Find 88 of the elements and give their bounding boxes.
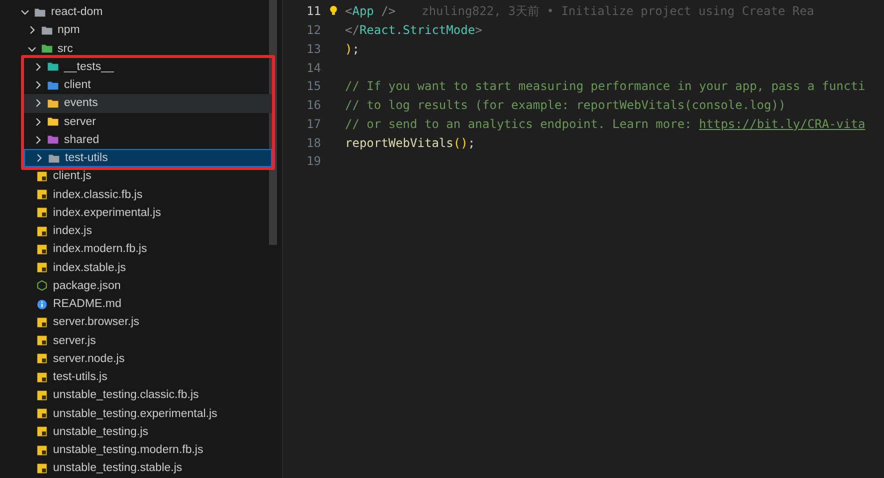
js-file-icon xyxy=(36,170,48,182)
tree-item-label: index.experimental.js xyxy=(53,206,162,219)
tree-item[interactable]: package.json xyxy=(0,276,275,295)
tree-item[interactable]: server xyxy=(24,112,272,131)
line-number: 15 xyxy=(306,79,321,94)
lightbulb-icon[interactable] xyxy=(328,5,338,18)
line-number: 16 xyxy=(306,98,321,112)
tree-item-label: index.classic.fb.js xyxy=(53,188,142,201)
tree-item-label: src xyxy=(58,42,73,55)
tree-item-label: unstable_testing.stable.js xyxy=(53,462,182,474)
tree-item[interactable]: test-utils xyxy=(24,149,272,168)
code-line: // or send to an analytics endpoint. Learn more: https://bit.ly/CRA-vita xyxy=(345,116,866,131)
link[interactable]: https://bit.ly/CRA-vita xyxy=(699,116,866,131)
tree-item-label: __tests__ xyxy=(64,60,114,73)
tree-item[interactable]: npm xyxy=(0,21,275,40)
tree-item[interactable]: events xyxy=(24,94,272,112)
blame-annotation: zhuling822, 3天前 • Initialize project using Create Rea xyxy=(422,2,814,20)
js-file-icon xyxy=(36,426,48,438)
js-file-icon xyxy=(36,408,48,420)
tree-item[interactable]: README.md xyxy=(0,295,275,314)
code-line: // If you want to start measuring performance in your app, pass a functi xyxy=(345,79,866,94)
line-number: 17 xyxy=(306,116,321,131)
js-file-icon xyxy=(36,444,48,456)
code-line: // to log results (for example: reportWebVitals(console.log)) xyxy=(345,98,786,112)
tree-item[interactable]: shared xyxy=(24,130,272,149)
js-file-icon xyxy=(36,189,48,200)
line-number: 12 xyxy=(306,23,321,38)
tree-item[interactable]: server.node.js xyxy=(0,350,275,368)
tree-item-label: npm xyxy=(58,24,80,36)
tree-item[interactable]: src xyxy=(0,40,275,58)
tree-item[interactable]: index.js xyxy=(0,222,275,240)
tree-item-label: events xyxy=(64,97,98,110)
tree-item-label: index.js xyxy=(53,225,92,238)
tree-item[interactable]: index.stable.js xyxy=(0,258,275,277)
tree-item[interactable]: server.js xyxy=(0,332,275,350)
tree-item-label: server.browser.js xyxy=(53,316,140,328)
tree-item[interactable]: test-utils.js xyxy=(0,368,275,386)
tree-item[interactable]: client.js xyxy=(0,167,275,186)
tree-item[interactable]: unstable_testing.js xyxy=(0,422,275,441)
line-number: 14 xyxy=(306,60,321,75)
js-file-icon xyxy=(36,462,48,474)
tree-item[interactable]: react-dom xyxy=(0,3,275,22)
tree-item[interactable]: index.modern.fb.js xyxy=(0,240,275,258)
js-file-icon xyxy=(36,316,48,328)
tree-item-label: client.js xyxy=(53,170,92,182)
tree-item[interactable]: index.experimental.js xyxy=(0,204,275,222)
tree-item[interactable]: server.browser.js xyxy=(0,313,275,332)
js-file-icon xyxy=(36,207,48,218)
tree-item[interactable]: unstable_testing.classic.fb.js xyxy=(0,386,275,404)
info-icon xyxy=(36,298,48,310)
tree-item-label: index.modern.fb.js xyxy=(53,243,147,256)
tree-item-label: test-utils.js xyxy=(53,371,108,384)
tree-item[interactable]: client xyxy=(24,76,272,94)
code-line: </React.StrictMode> xyxy=(345,23,482,38)
tree-item-label: server.js xyxy=(53,334,96,347)
tree-item-label: unstable_testing.experimental.js xyxy=(53,408,218,420)
code-line: ); xyxy=(345,42,360,56)
js-file-icon xyxy=(36,244,48,255)
js-file-icon xyxy=(36,226,48,237)
tree-item-label: unstable_testing.modern.fb.js xyxy=(53,444,204,456)
js-file-icon xyxy=(36,372,48,383)
line-number: 18 xyxy=(306,136,321,150)
js-file-icon xyxy=(36,390,48,401)
tree-item-label: react-dom xyxy=(51,6,103,18)
code-line: reportWebVitals(); xyxy=(345,136,476,150)
tree-item-label: server xyxy=(64,116,96,128)
tree-item[interactable]: unstable_testing.stable.js xyxy=(0,459,275,478)
tree-item-label: README.md xyxy=(53,298,122,310)
tree-item-label: test-utils xyxy=(65,152,108,164)
tree-item-label: unstable_testing.js xyxy=(53,426,148,438)
tree-item[interactable]: index.classic.fb.js xyxy=(0,186,275,204)
tree-item-label: server.node.js xyxy=(53,352,125,365)
tree-item-label: package.json xyxy=(53,280,121,292)
hexagon-icon xyxy=(36,280,48,292)
code-line: <App /> xyxy=(345,4,396,18)
line-number: 19 xyxy=(306,154,321,168)
tree-item[interactable]: unstable_testing.experimental.js xyxy=(0,404,275,423)
line-number: 13 xyxy=(306,42,321,56)
tree-item[interactable]: __tests__ xyxy=(24,58,272,76)
js-file-icon xyxy=(36,262,48,274)
js-file-icon xyxy=(36,353,48,364)
tree-item-label: index.stable.js xyxy=(53,262,126,274)
line-number: 11 xyxy=(306,4,321,18)
tree-item-label: client xyxy=(64,79,91,92)
js-file-icon xyxy=(36,335,48,346)
tree-item[interactable]: unstable_testing.modern.fb.js xyxy=(0,441,275,460)
tree-item-label: shared xyxy=(64,134,100,146)
tree-item-label: unstable_testing.classic.fb.js xyxy=(53,389,199,402)
